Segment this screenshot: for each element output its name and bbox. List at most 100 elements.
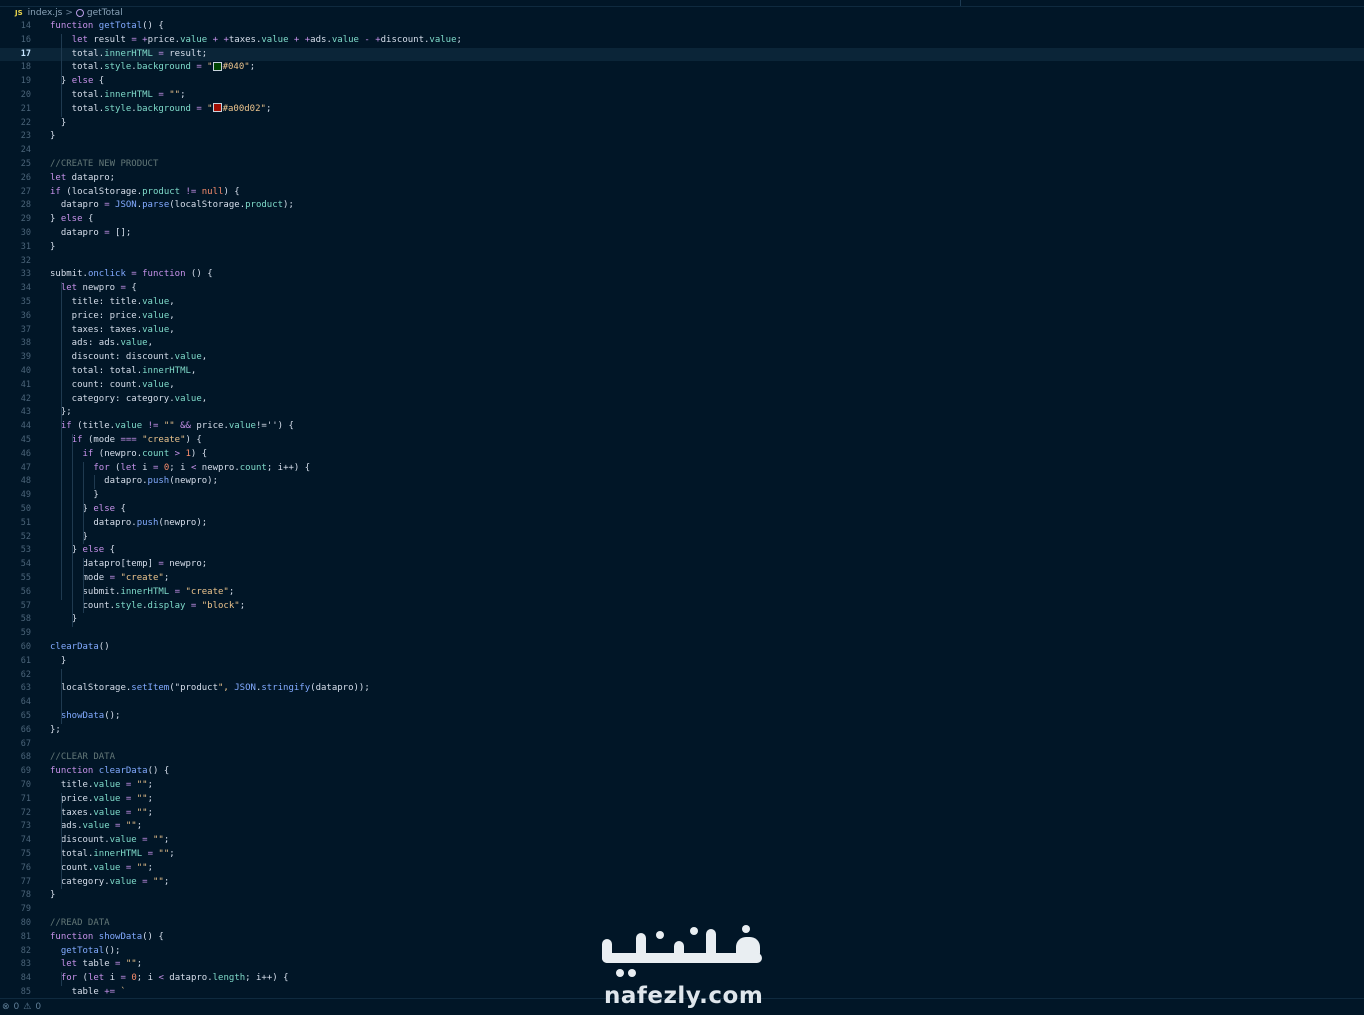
code-line[interactable]: 46 if (newpro.count > 1) { bbox=[0, 448, 1364, 462]
code-text[interactable]: localStorage.setItem("product", JSON.str… bbox=[50, 682, 370, 696]
code-line[interactable]: 39 discount: discount.value, bbox=[0, 351, 1364, 365]
code-line[interactable]: 19 } else { bbox=[0, 75, 1364, 89]
code-text[interactable]: total.innerHTML = ""; bbox=[50, 89, 186, 103]
code-line[interactable]: 65 showData(); bbox=[0, 710, 1364, 724]
code-text[interactable]: datapro = []; bbox=[50, 227, 131, 241]
code-line[interactable]: 40 total: total.innerHTML, bbox=[0, 365, 1364, 379]
code-text[interactable]: taxes: taxes.value, bbox=[50, 324, 175, 338]
code-line[interactable]: 49 } bbox=[0, 489, 1364, 503]
code-line[interactable]: 43 }; bbox=[0, 406, 1364, 420]
code-text[interactable]: title: title.value, bbox=[50, 296, 175, 310]
code-text[interactable]: datapro.push(newpro); bbox=[50, 475, 218, 489]
code-line[interactable]: 45 if (mode === "create") { bbox=[0, 434, 1364, 448]
code-text[interactable]: } else { bbox=[50, 75, 104, 89]
code-line[interactable]: 55 mode = "create"; bbox=[0, 572, 1364, 586]
code-line[interactable]: 53 } else { bbox=[0, 544, 1364, 558]
code-text[interactable]: datapro.push(newpro); bbox=[50, 517, 207, 531]
code-line[interactable]: 22 } bbox=[0, 117, 1364, 131]
code-text[interactable]: total: total.innerHTML, bbox=[50, 365, 197, 379]
code-line[interactable]: 63 localStorage.setItem("product", JSON.… bbox=[0, 682, 1364, 696]
code-text[interactable]: submit.innerHTML = "create"; bbox=[50, 586, 235, 600]
code-line[interactable]: 57 count.style.display = "block"; bbox=[0, 600, 1364, 614]
code-line[interactable]: 77 category.value = ""; bbox=[0, 876, 1364, 890]
code-text[interactable]: datapro = JSON.parse(localStorage.produc… bbox=[50, 199, 294, 213]
code-text[interactable]: count: count.value, bbox=[50, 379, 175, 393]
code-line[interactable]: 47 for (let i = 0; i < newpro.count; i++… bbox=[0, 462, 1364, 476]
code-line[interactable]: 27 if (localStorage.product != null) { bbox=[0, 186, 1364, 200]
code-line[interactable]: 73 ads.value = ""; bbox=[0, 820, 1364, 834]
code-text[interactable]: if (newpro.count > 1) { bbox=[50, 448, 208, 462]
code-line[interactable]: 75 total.innerHTML = ""; bbox=[0, 848, 1364, 862]
code-text[interactable]: } bbox=[50, 117, 66, 131]
code-text[interactable]: total.innerHTML = ""; bbox=[50, 848, 175, 862]
code-editor[interactable]: 14 function getTotal() {16 let result = +… bbox=[0, 20, 1364, 998]
error-icon[interactable]: ⊗ bbox=[2, 1002, 10, 1012]
code-line[interactable]: 34 let newpro = { bbox=[0, 282, 1364, 296]
code-text[interactable]: count.style.display = "block"; bbox=[50, 600, 246, 614]
code-line[interactable]: 18 total.style.background = " #040"; bbox=[0, 61, 1364, 75]
code-line[interactable]: 32 bbox=[0, 255, 1364, 269]
code-text[interactable]: getTotal(); bbox=[50, 945, 121, 959]
code-line[interactable]: 50 } else { bbox=[0, 503, 1364, 517]
warning-icon[interactable]: ⚠ bbox=[23, 1002, 31, 1012]
code-line[interactable]: 76 count.value = ""; bbox=[0, 862, 1364, 876]
code-line[interactable]: 72 taxes.value = ""; bbox=[0, 807, 1364, 821]
code-text[interactable]: //CLEAR DATA bbox=[50, 751, 115, 765]
code-line[interactable]: 64 bbox=[0, 696, 1364, 710]
code-line[interactable]: 29} else { bbox=[0, 213, 1364, 227]
code-line[interactable]: 42 category: category.value, bbox=[0, 393, 1364, 407]
code-line[interactable]: 54 datapro[temp] = newpro; bbox=[0, 558, 1364, 572]
code-line[interactable]: 67 bbox=[0, 738, 1364, 752]
code-line[interactable]: 38 ads: ads.value, bbox=[0, 337, 1364, 351]
code-text[interactable]: function clearData() { bbox=[50, 765, 169, 779]
code-text[interactable]: //READ DATA bbox=[50, 917, 110, 931]
code-line[interactable]: 51 datapro.push(newpro); bbox=[0, 517, 1364, 531]
code-line[interactable]: 61 } bbox=[0, 655, 1364, 669]
code-text[interactable]: } else { bbox=[50, 544, 115, 558]
code-line[interactable]: 28 datapro = JSON.parse(localStorage.pro… bbox=[0, 199, 1364, 213]
code-text[interactable]: mode = "create"; bbox=[50, 572, 170, 586]
code-text[interactable]: let table = ""; bbox=[50, 958, 142, 972]
code-text[interactable]: if (title.value != "" && price.value!=''… bbox=[50, 420, 294, 434]
code-text[interactable]: } bbox=[50, 489, 98, 503]
code-text[interactable]: taxes.value = ""; bbox=[50, 807, 153, 821]
code-text[interactable]: let newpro = { bbox=[50, 282, 137, 296]
code-line[interactable]: 48 datapro.push(newpro); bbox=[0, 475, 1364, 489]
code-line[interactable]: 16 let result = +price.value + +taxes.va… bbox=[0, 34, 1364, 48]
breadcrumb-symbol[interactable]: getTotal bbox=[87, 8, 123, 18]
code-text[interactable]: } bbox=[50, 241, 55, 255]
code-line[interactable]: 44 if (title.value != "" && price.value!… bbox=[0, 420, 1364, 434]
code-line[interactable]: 74 discount.value = ""; bbox=[0, 834, 1364, 848]
code-text[interactable]: count.value = ""; bbox=[50, 862, 153, 876]
code-text[interactable]: price.value = ""; bbox=[50, 793, 153, 807]
code-text[interactable]: for (let i = 0; i < datapro.length; i++)… bbox=[50, 972, 289, 986]
code-line[interactable]: 69 function clearData() { bbox=[0, 765, 1364, 779]
code-text[interactable]: let datapro; bbox=[50, 172, 115, 186]
code-text[interactable]: } bbox=[50, 889, 55, 903]
code-text[interactable]: ads: ads.value, bbox=[50, 337, 153, 351]
code-text[interactable]: discount.value = ""; bbox=[50, 834, 169, 848]
code-text[interactable]: //CREATE NEW PRODUCT bbox=[50, 158, 158, 172]
code-text[interactable]: } bbox=[50, 130, 55, 144]
code-line[interactable]: 58 } bbox=[0, 613, 1364, 627]
code-line[interactable]: 26 let datapro; bbox=[0, 172, 1364, 186]
code-line[interactable]: 60 clearData() bbox=[0, 641, 1364, 655]
code-text[interactable]: for (let i = 0; i < newpro.count; i++) { bbox=[50, 462, 310, 476]
warning-count[interactable]: 0 bbox=[35, 1002, 41, 1012]
code-line[interactable]: 71 price.value = ""; bbox=[0, 793, 1364, 807]
code-text[interactable]: } bbox=[50, 613, 77, 627]
code-text[interactable]: category.value = ""; bbox=[50, 876, 169, 890]
code-line[interactable]: 17 total.innerHTML = result; bbox=[0, 47, 1364, 62]
code-text[interactable]: submit.onclick = function () { bbox=[50, 268, 213, 282]
code-line[interactable]: 52 } bbox=[0, 531, 1364, 545]
code-line[interactable]: 70 title.value = ""; bbox=[0, 779, 1364, 793]
code-line[interactable]: 14 function getTotal() { bbox=[0, 20, 1364, 34]
code-line[interactable]: 31} bbox=[0, 241, 1364, 255]
code-line[interactable]: 56 submit.innerHTML = "create"; bbox=[0, 586, 1364, 600]
code-line[interactable]: 21 total.style.background = " #a00d02"; bbox=[0, 103, 1364, 117]
code-line[interactable]: 59 bbox=[0, 627, 1364, 641]
code-line[interactable]: 23} bbox=[0, 130, 1364, 144]
code-text[interactable]: function getTotal() { bbox=[50, 20, 164, 34]
code-line[interactable]: 24 bbox=[0, 144, 1364, 158]
code-text[interactable]: let result = +price.value + +taxes.value… bbox=[50, 34, 462, 48]
